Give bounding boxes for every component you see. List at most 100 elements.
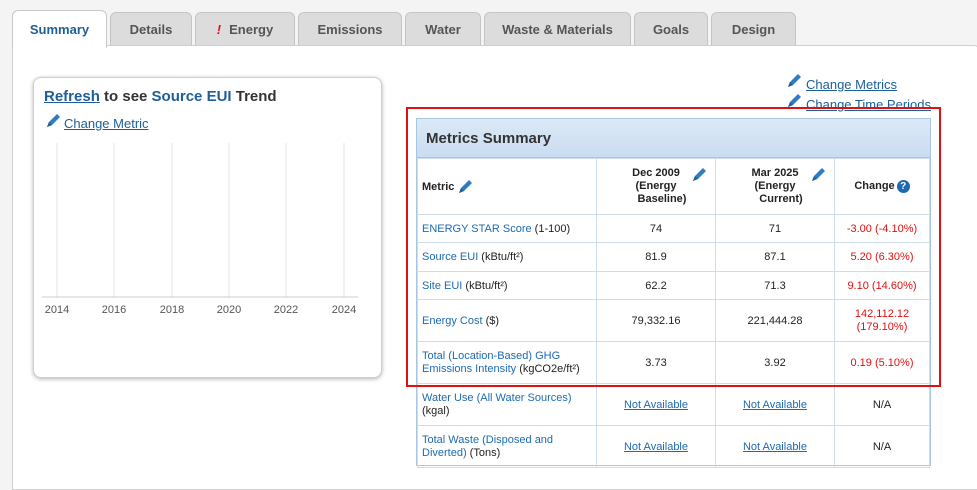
pencil-icon[interactable] — [786, 73, 802, 89]
current-column-header: Mar 2025 (Energy Current) — [715, 158, 835, 215]
pencil-icon[interactable] — [45, 113, 61, 129]
metric-cell: Source EUI (kBtu/ft²) — [417, 242, 597, 272]
tab-waste-materials[interactable]: Waste & Materials — [484, 12, 631, 45]
pencil-icon[interactable] — [810, 167, 826, 183]
metric-cell: Total (Location-Based) GHG Emissions Int… — [417, 341, 597, 384]
tab-label: Summary — [29, 22, 90, 37]
baseline-value: 74 — [596, 214, 716, 243]
current-value: 3.92 — [715, 341, 835, 384]
current-kind2: Current) — [759, 193, 803, 205]
x-tick-label: 2018 — [159, 304, 185, 316]
current-value: 71 — [715, 214, 835, 243]
not-available-link[interactable]: Not Available — [624, 441, 688, 453]
trend-chart: 2014 2016 2018 2020 2022 2024 — [34, 138, 383, 378]
not-available-link[interactable]: Not Available — [743, 399, 807, 411]
table-row: Source EUI (kBtu/ft²) 81.9 87.1 5.20 (6.… — [417, 242, 930, 272]
change-value: 142,112.12 (179.10%) — [834, 299, 930, 342]
tab-emissions[interactable]: Emissions — [298, 12, 402, 45]
current-value: 221,444.28 — [715, 299, 835, 342]
tab-label: Design — [731, 21, 776, 37]
current-value: Not Available — [715, 383, 835, 426]
metric-unit: (1-100) — [531, 222, 571, 235]
tab-label: Goals — [652, 21, 690, 37]
metric-unit: (kgCO2e/ft²) — [516, 362, 580, 375]
change-value: 9.10 (14.60%) — [834, 271, 930, 300]
x-tick-label: 2014 — [44, 304, 70, 316]
pencil-icon[interactable] — [786, 93, 802, 109]
change-metric-link[interactable]: Change Metric — [64, 116, 149, 131]
tab-energy[interactable]: ! Energy — [195, 12, 295, 45]
trend-title-text: to see — [99, 88, 152, 105]
baseline-value: Not Available — [596, 383, 716, 426]
baseline-value: 79,332.16 — [596, 299, 716, 342]
pencil-icon[interactable] — [691, 167, 707, 183]
current-value: Not Available — [715, 425, 835, 468]
tab-label: Emissions — [317, 21, 383, 37]
metric-link[interactable]: ENERGY STAR Score — [422, 223, 532, 235]
baseline-value: Not Available — [596, 425, 716, 468]
x-tick-label: 2016 — [101, 304, 127, 316]
tab-details[interactable]: Details — [110, 12, 192, 45]
tab-label: Energy — [229, 21, 274, 37]
tab-label: Water — [425, 21, 461, 37]
metric-cell: ENERGY STAR Score (1-100) — [417, 214, 597, 243]
metric-link[interactable]: Energy Cost — [422, 315, 483, 327]
metric-unit: (kgal) — [422, 404, 450, 417]
baseline-column-header: Dec 2009 (Energy Baseline) — [596, 158, 716, 215]
baseline-kind2: Baseline) — [637, 193, 687, 205]
metric-cell: Site EUI (kBtu/ft²) — [417, 271, 597, 300]
metric-link[interactable]: Water Use (All Water Sources) — [422, 392, 572, 404]
metrics-summary-panel: Metrics Summary Metric Dec 2009 (Energy … — [416, 118, 931, 468]
help-icon[interactable]: ? — [896, 180, 910, 193]
change-column-header: Change? — [834, 158, 930, 215]
change-amount: 142,112.12 — [854, 307, 910, 320]
tab-label: Details — [129, 21, 173, 37]
tab-design[interactable]: Design — [711, 12, 796, 45]
change-metrics-link[interactable]: Change Metrics — [806, 77, 897, 92]
table-row: Total (Location-Based) GHG Emissions Int… — [417, 341, 930, 384]
table-row: Site EUI (kBtu/ft²) 62.2 71.3 9.10 (14.6… — [417, 271, 930, 300]
metric-link[interactable]: Site EUI — [422, 280, 462, 292]
trend-widget: Refresh to see Source EUI Trend Change M… — [33, 77, 382, 378]
metric-unit: (kBtu/ft²) — [462, 279, 508, 292]
metric-unit: (Tons) — [466, 446, 501, 459]
metric-cell: Total Waste (Disposed and Diverted) (Ton… — [417, 425, 597, 468]
current-value: 87.1 — [715, 242, 835, 272]
tab-goals[interactable]: Goals — [634, 12, 708, 45]
tab-label: Waste & Materials — [502, 21, 613, 37]
metric-unit: ($) — [482, 314, 500, 327]
not-available-link[interactable]: Not Available — [743, 441, 807, 453]
trend-title-end: Trend — [231, 88, 277, 105]
trend-chart-grid — [42, 143, 358, 298]
tab-summary[interactable]: Summary — [12, 10, 107, 48]
table-row: Energy Cost ($) 79,332.16 221,444.28 142… — [417, 299, 930, 342]
metric-cell: Water Use (All Water Sources) (kgal) — [417, 383, 597, 426]
pencil-icon[interactable] — [457, 179, 473, 195]
metrics-summary-title: Metrics Summary — [417, 119, 930, 158]
tab-water[interactable]: Water — [405, 12, 481, 45]
trend-title: Refresh to see Source EUI Trend — [44, 88, 277, 105]
x-tick-label: 2024 — [331, 304, 357, 316]
table-row: ENERGY STAR Score (1-100) 74 71 -3.00 (-… — [417, 214, 930, 243]
metric-link[interactable]: Source EUI — [422, 251, 478, 263]
current-value: 71.3 — [715, 271, 835, 300]
change-time-periods-link[interactable]: Change Time Periods — [806, 97, 931, 112]
baseline-value: 62.2 — [596, 271, 716, 300]
not-available-link[interactable]: Not Available — [624, 399, 688, 411]
change-value: -3.00 (-4.10%) — [834, 214, 930, 243]
x-tick-label: 2022 — [273, 304, 299, 316]
x-tick-label: 2020 — [216, 304, 242, 316]
change-value: 0.19 (5.10%) — [834, 341, 930, 384]
metric-cell: Energy Cost ($) — [417, 299, 597, 342]
baseline-value: 3.73 — [596, 341, 716, 384]
metric-unit: (kBtu/ft²) — [478, 251, 524, 263]
alert-icon: ! — [216, 21, 222, 37]
metric-header-label: Metric — [422, 180, 455, 193]
metrics-table: Metric Dec 2009 (Energy Baseline) Mar 20… — [417, 158, 930, 468]
change-value: N/A — [834, 383, 930, 426]
change-percent: (179.10%) — [856, 320, 908, 333]
change-value: N/A — [834, 425, 930, 468]
baseline-value: 81.9 — [596, 242, 716, 272]
refresh-link[interactable]: Refresh — [44, 88, 100, 105]
change-header-label: Change — [854, 180, 895, 192]
